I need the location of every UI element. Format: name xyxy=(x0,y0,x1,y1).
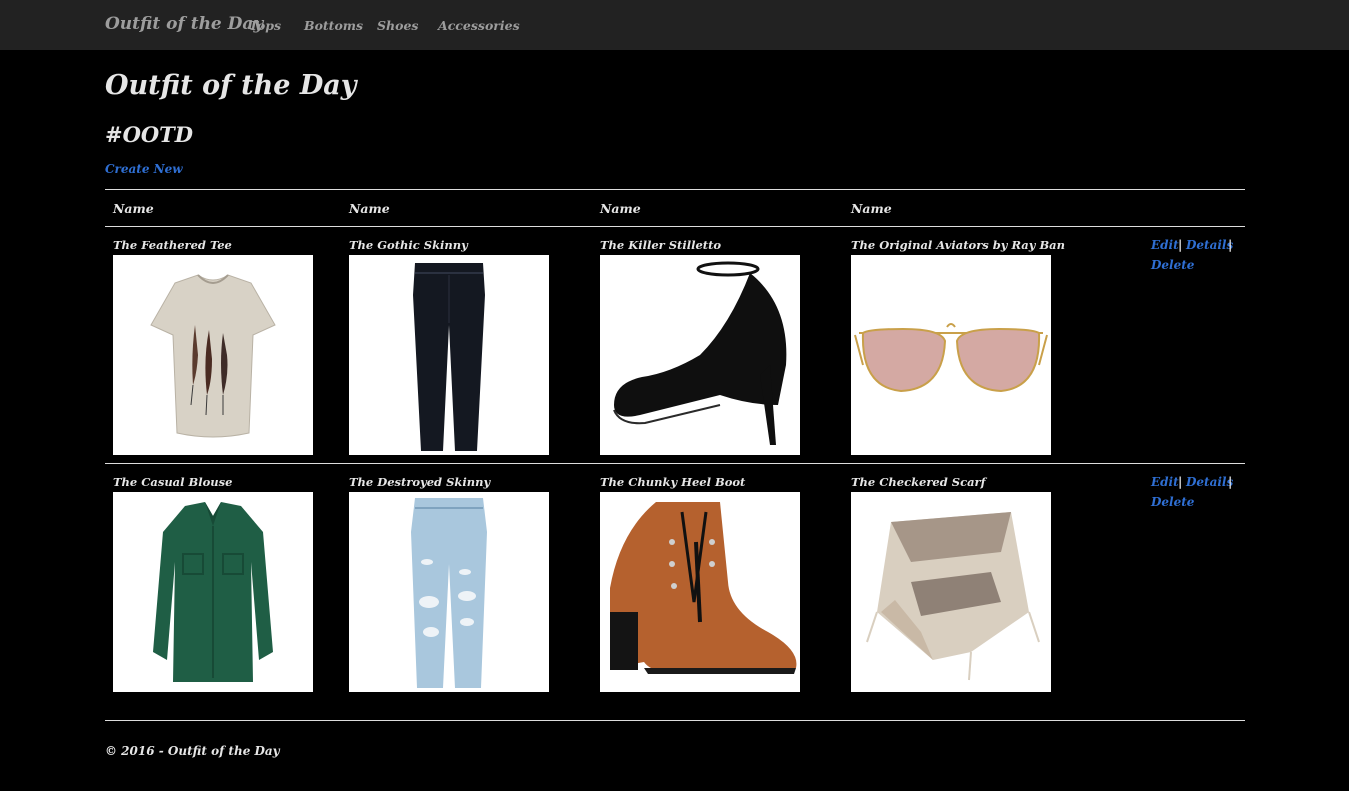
nav-link-bottoms[interactable]: Bottoms xyxy=(304,18,363,33)
details-link[interactable]: Details xyxy=(1186,238,1233,252)
item-name: The Checkered Scarf xyxy=(851,475,986,489)
nav-link-tops[interactable]: Tops xyxy=(249,18,281,33)
nav-link-shoes[interactable]: Shoes xyxy=(377,18,418,33)
aviator-sunglasses-image xyxy=(851,255,1051,455)
page-title: Outfit of the Day xyxy=(105,70,357,101)
scarf-image xyxy=(851,492,1051,692)
footer-rule xyxy=(105,720,1245,721)
item-name: The Destroyed Skinny xyxy=(349,475,491,489)
item-name: The Original Aviators by Ray Ban xyxy=(851,238,1065,252)
stiletto-image xyxy=(600,255,800,455)
edit-link[interactable]: Edit xyxy=(1151,238,1179,252)
action-separator: | xyxy=(1228,238,1233,252)
action-separator: | xyxy=(1228,475,1233,489)
brand-link[interactable]: Outfit of the Day xyxy=(105,14,263,34)
boot-image xyxy=(600,492,800,692)
tshirt-image xyxy=(113,255,313,455)
create-new-link[interactable]: Create New xyxy=(105,162,183,176)
action-separator: | xyxy=(1178,475,1183,489)
footer-text: © 2016 - Outfit of the Day xyxy=(105,744,280,758)
ripped-jeans-image xyxy=(349,492,549,692)
table-header-rule xyxy=(105,226,1245,227)
table-top-rule xyxy=(105,189,1245,190)
nav-link-accessories[interactable]: Accessories xyxy=(438,18,520,33)
item-name: The Feathered Tee xyxy=(113,238,232,252)
row-divider xyxy=(105,463,1245,464)
item-name: The Gothic Skinny xyxy=(349,238,468,252)
column-header-name: Name xyxy=(349,201,390,216)
jeans-image xyxy=(349,255,549,455)
details-link[interactable]: Details xyxy=(1186,475,1233,489)
blouse-image xyxy=(113,492,313,692)
item-name: The Killer Stilletto xyxy=(600,238,722,252)
edit-link[interactable]: Edit xyxy=(1151,475,1179,489)
delete-link[interactable]: Delete xyxy=(1151,258,1194,272)
delete-link[interactable]: Delete xyxy=(1151,495,1194,509)
page-subtitle: #OOTD xyxy=(105,122,194,147)
action-separator: | xyxy=(1178,238,1183,252)
column-header-name: Name xyxy=(851,201,892,216)
item-name: The Casual Blouse xyxy=(113,475,233,489)
column-header-name: Name xyxy=(113,201,154,216)
item-name: The Chunky Heel Boot xyxy=(600,475,746,489)
navbar: Outfit of the Day Tops Bottoms Shoes Acc… xyxy=(0,0,1349,50)
column-header-name: Name xyxy=(600,201,641,216)
